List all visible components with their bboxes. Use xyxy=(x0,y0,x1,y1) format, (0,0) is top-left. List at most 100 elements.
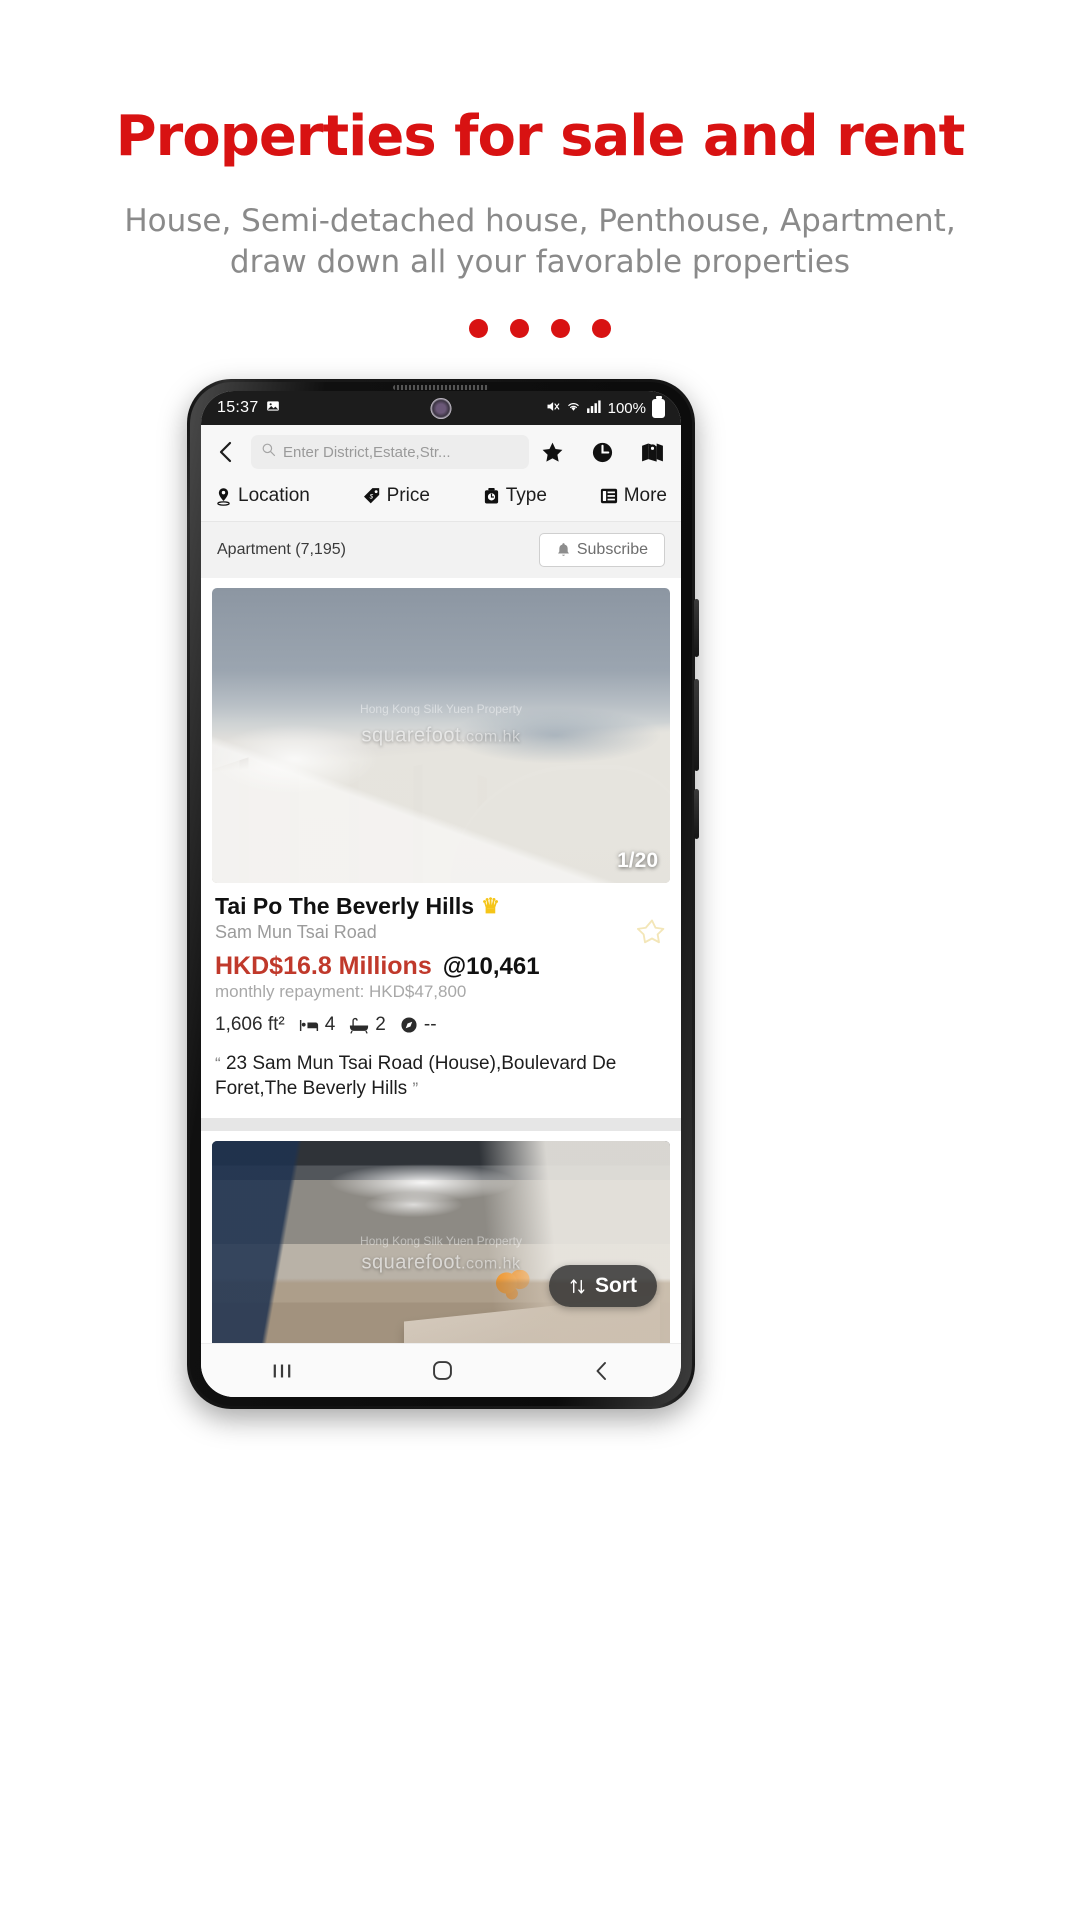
sort-button[interactable]: Sort xyxy=(549,1265,657,1307)
back-chevron-icon[interactable] xyxy=(211,437,241,467)
image-counter: 1/20 xyxy=(617,849,658,872)
bathtub-icon xyxy=(350,1017,369,1034)
clock-icon[interactable] xyxy=(589,439,615,465)
spec-bedrooms: 4 xyxy=(299,1014,336,1036)
price-tag-icon: $ xyxy=(363,488,379,504)
filter-more[interactable]: More xyxy=(600,485,667,507)
listing-bedrooms: 4 xyxy=(324,1014,336,1035)
star-filled-icon[interactable] xyxy=(539,439,565,465)
carousel-dot[interactable] xyxy=(510,318,529,338)
phone-earpiece xyxy=(393,385,489,390)
app-bar-actions xyxy=(539,439,669,465)
filter-type-label: Type xyxy=(505,485,547,506)
listing-specs: 1,606 ft² 4 2 -- xyxy=(215,1014,667,1036)
photo-watermark-suffix: .com.hk xyxy=(461,1255,521,1273)
battery-percent-label: 100% xyxy=(607,399,646,417)
wifi-icon xyxy=(566,399,581,417)
svg-text:$: $ xyxy=(368,493,373,500)
filter-price[interactable]: $ Price xyxy=(363,485,430,507)
listing-title: Tai Po The Beverly Hills xyxy=(215,893,475,919)
filter-type[interactable]: Type xyxy=(483,485,547,507)
listing-card[interactable]: Hong Kong Silk Yuen Property squarefoot.… xyxy=(201,578,681,1118)
bell-icon xyxy=(557,543,569,556)
compass-icon xyxy=(401,1017,417,1033)
listing-price: HKD$16.8 Millions xyxy=(215,952,432,980)
listing-unit-price: @10,461 xyxy=(442,953,540,980)
listing-description-row: “ 23 Sam Mun Tsai Road (House),Boulevard… xyxy=(215,1051,667,1118)
listing-photo[interactable]: Hong Kong Silk Yuen Property squarefoot.… xyxy=(212,1140,670,1343)
location-pin-icon xyxy=(217,487,230,506)
android-nav-bar xyxy=(201,1343,681,1397)
photo-watermark-small: Hong Kong Silk Yuen Property xyxy=(360,1234,522,1249)
filter-bar: Location $ Price Type More xyxy=(201,479,681,522)
recents-button[interactable] xyxy=(270,1360,294,1382)
subscribe-label: Subscribe xyxy=(576,541,648,558)
status-time: 15:37 xyxy=(217,399,259,416)
search-input[interactable]: Enter District,Estate,Str... xyxy=(251,435,529,469)
status-bar-left: 15:37 xyxy=(217,399,280,418)
listing-feed[interactable]: Hong Kong Silk Yuen Property squarefoot.… xyxy=(201,578,681,1343)
result-header: Apartment (7,195) Subscribe xyxy=(201,522,681,578)
filter-location-label: Location xyxy=(238,485,310,506)
listing-details: Tai Po The Beverly Hills ♛ Sam Mun Tsai … xyxy=(201,883,681,1118)
phone-side-button xyxy=(694,599,699,657)
signal-bars-icon xyxy=(586,399,602,417)
carousel-dot[interactable] xyxy=(592,318,611,338)
photo-watermark-suffix: .com.hk xyxy=(461,728,521,745)
phone-power-button xyxy=(694,789,699,839)
carousel-dot[interactable] xyxy=(551,318,570,338)
photo-watermark-main: squarefoot xyxy=(361,1251,461,1274)
photo-watermark-small: Hong Kong Silk Yuen Property xyxy=(360,701,522,716)
listing-price-row: HKD$16.8 Millions @10,461 xyxy=(215,952,667,981)
sort-label: Sort xyxy=(595,1274,637,1297)
listing-title-row[interactable]: Tai Po The Beverly Hills ♛ xyxy=(215,893,667,920)
quote-close-icon: ” xyxy=(412,1079,419,1099)
photo-watermark-main: squarefoot xyxy=(361,724,461,746)
carousel-dot[interactable] xyxy=(469,318,488,338)
mute-icon xyxy=(545,399,560,418)
phone-volume-button xyxy=(694,679,699,771)
status-bar: 15:37 100% xyxy=(201,391,681,425)
front-camera xyxy=(430,398,452,419)
listing-photo[interactable]: Hong Kong Silk Yuen Property squarefoot.… xyxy=(212,588,670,883)
promo-subtitle-line1: House, Semi-detached house, Penthouse, A… xyxy=(124,202,956,239)
listing-orientation: -- xyxy=(423,1014,437,1035)
spec-bathrooms: 2 xyxy=(349,1014,386,1036)
sort-arrows-icon xyxy=(570,1278,585,1294)
bed-icon xyxy=(299,1019,318,1031)
promo-subtitle-line2: draw down all your favorable properties xyxy=(229,243,851,280)
map-pin-icon[interactable] xyxy=(639,439,665,465)
phone-screen: 15:37 100% Enter District,Estate,Str... … xyxy=(201,391,681,1397)
listing-area: 1,606 ft² xyxy=(215,1014,285,1035)
photo-watermark: squarefoot.com.hk xyxy=(361,724,520,747)
page-title: Properties for sale and rent xyxy=(115,104,966,169)
battery-full-icon xyxy=(652,398,665,418)
promo-subtitle: House, Semi-detached house, Penthouse, A… xyxy=(0,201,1080,283)
listing-repayment: monthly repayment: HKD$47,800 xyxy=(215,982,467,1001)
crown-icon: ♛ xyxy=(481,895,500,918)
home-circle-icon[interactable] xyxy=(431,1359,454,1382)
result-count-label: Apartment (7,195) xyxy=(217,541,346,558)
listing-card[interactable]: Hong Kong Silk Yuen Property squarefoot.… xyxy=(201,1130,681,1343)
nav-back-icon[interactable] xyxy=(592,1360,612,1382)
app-bar: Enter District,Estate,Str... xyxy=(201,425,681,479)
subscribe-button[interactable]: Subscribe xyxy=(538,533,665,567)
star-outline-icon[interactable] xyxy=(636,917,667,952)
card-separator xyxy=(201,1117,681,1131)
image-icon xyxy=(266,399,280,418)
listing-bathrooms: 2 xyxy=(375,1014,386,1035)
more-list-icon xyxy=(600,488,617,504)
quote-open-icon: “ xyxy=(215,1054,221,1073)
spec-orientation: -- xyxy=(400,1014,437,1036)
listing-subtitle: Sam Mun Tsai Road xyxy=(215,922,377,942)
filter-price-label: Price xyxy=(386,485,430,506)
filter-more-label: More xyxy=(623,485,667,506)
search-icon xyxy=(261,442,276,462)
type-box-icon xyxy=(484,487,498,504)
filter-location[interactable]: Location xyxy=(215,485,310,507)
carousel-dots[interactable] xyxy=(0,318,1080,338)
photo-watermark: squarefoot.com.hk xyxy=(361,1252,520,1275)
spec-area: 1,606 ft² xyxy=(215,1014,285,1036)
promo-header: Properties for sale and rent House, Semi… xyxy=(0,0,1080,338)
status-bar-right: 100% xyxy=(545,398,665,418)
